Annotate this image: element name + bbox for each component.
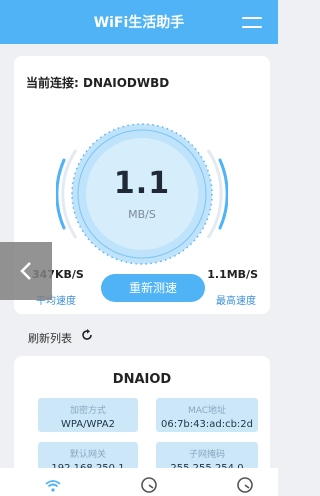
speed-unit: MB/S: [128, 208, 156, 221]
max-speed-label: 最高速度: [216, 296, 256, 307]
chevron-left-icon: [20, 262, 31, 280]
back-button[interactable]: [0, 242, 52, 300]
encryption-label: 加密方式: [69, 406, 106, 416]
refresh-icon[interactable]: [80, 328, 94, 342]
refresh-list-link[interactable]: 刷新列表: [28, 330, 72, 346]
mac-info: MAC地址 06:7b:43:ad:cb:2d: [156, 398, 258, 432]
speed-card: 当前连接: DNAIODWBD 1.1 MB/S 347KB/S 平均速度 重新…: [14, 56, 270, 314]
current-connection: 当前连接: DNAIODWBD: [26, 76, 170, 90]
speedometer-icon[interactable]: [140, 476, 158, 494]
gateway-label: 默认网关: [69, 450, 106, 460]
app-title: WiFi生活助手: [93, 15, 185, 31]
encryption-info: 加密方式 WPA/WPA2: [38, 398, 138, 432]
mac-label: MAC地址: [187, 406, 227, 416]
retest-button[interactable]: 重新测速: [101, 274, 205, 302]
mask-label: 子网掩码: [188, 450, 225, 460]
network-name: DNAIOD: [112, 372, 172, 387]
speedometer-icon[interactable]: [236, 476, 254, 494]
max-speed-value: 1.1MB/S: [207, 268, 258, 281]
app-header: WiFi生活助手: [0, 0, 278, 44]
speed-value: 1.1: [113, 166, 171, 201]
bottom-nav: [0, 468, 278, 496]
mac-value: 06:7b:43:ad:cb:2d: [160, 419, 254, 430]
hamburger-menu-icon[interactable]: [242, 17, 262, 29]
encryption-value: WPA/WPA2: [61, 419, 115, 430]
wifi-icon[interactable]: [44, 476, 62, 494]
